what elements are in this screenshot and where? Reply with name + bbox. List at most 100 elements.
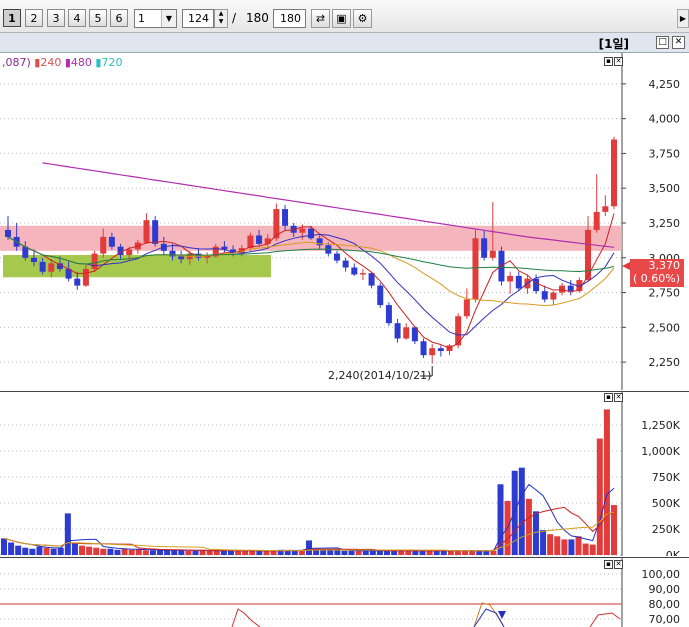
close-icon[interactable]: ✕ bbox=[672, 36, 685, 49]
volume-chart[interactable]: 1,250K 1,000K 750K 500K 250K 0K bbox=[0, 391, 689, 556]
volume-bar bbox=[483, 550, 490, 555]
tab-2[interactable]: 2 bbox=[25, 9, 43, 27]
period-label: [1일] bbox=[598, 37, 629, 51]
candle-body bbox=[602, 206, 609, 212]
volume-bar bbox=[518, 467, 525, 555]
volume-bar bbox=[575, 536, 582, 555]
volume-bar bbox=[306, 540, 312, 555]
osc-tick-label: 70,00 bbox=[649, 613, 681, 626]
volume-bar bbox=[178, 550, 185, 555]
volume-bar bbox=[426, 550, 433, 555]
volume-tick-label: 750K bbox=[652, 471, 681, 484]
tab-6[interactable]: 6 bbox=[110, 9, 128, 27]
volume-bar bbox=[490, 550, 497, 555]
pane-close-icon[interactable]: ✕ bbox=[614, 57, 623, 66]
volume-bar bbox=[64, 513, 71, 555]
volume-bar bbox=[149, 550, 156, 555]
total-count: 180 bbox=[246, 11, 269, 25]
spin-up-icon[interactable]: ▲ bbox=[215, 10, 227, 18]
candle-body bbox=[100, 236, 107, 254]
price-tick-label: 4,000 bbox=[649, 113, 681, 126]
volume-bar bbox=[405, 550, 412, 555]
maximize-icon[interactable]: □ bbox=[656, 36, 669, 49]
volume-bar bbox=[320, 549, 327, 555]
volume-bar bbox=[433, 550, 440, 555]
volume-bar bbox=[157, 550, 164, 555]
volume-bar bbox=[199, 550, 206, 555]
osc-minimize-icon[interactable]: ▪ bbox=[604, 560, 613, 569]
volume-bar bbox=[185, 550, 192, 555]
volume-bar bbox=[568, 539, 575, 555]
tab-3[interactable]: 3 bbox=[47, 9, 65, 27]
save-icon[interactable]: ▣ bbox=[332, 9, 351, 28]
volume-tick-label: 1,000K bbox=[641, 445, 680, 458]
tab-1[interactable]: 1 bbox=[3, 9, 21, 27]
legend-ma720: 720 bbox=[101, 56, 123, 69]
legend-ma480: 480 bbox=[70, 56, 92, 69]
count-input[interactable]: 180 bbox=[273, 9, 306, 28]
oscillator-chart[interactable]: 100,00 90,00 80,00 70,00 bbox=[0, 557, 689, 627]
osc-line bbox=[589, 612, 621, 627]
volume-bar bbox=[220, 550, 227, 555]
chevron-down-icon[interactable]: ▼ bbox=[161, 10, 176, 27]
pane-minimize-icon[interactable]: ▪ bbox=[604, 57, 613, 66]
price-chart[interactable]: 4,2504,0003,7503,5003,2503,0002,7502,500… bbox=[0, 53, 689, 390]
volume-bar bbox=[554, 536, 561, 555]
volume-bar bbox=[589, 544, 596, 555]
candle-body bbox=[82, 268, 89, 286]
spin-down-icon[interactable]: ▼ bbox=[215, 18, 227, 26]
volume-bar bbox=[334, 550, 341, 555]
candle-body bbox=[394, 323, 401, 339]
candle-body bbox=[126, 249, 133, 255]
gear-icon[interactable]: ⚙ bbox=[353, 9, 372, 28]
candle-body bbox=[282, 209, 289, 226]
tab-4[interactable]: 4 bbox=[68, 9, 86, 27]
volume-minimize-icon[interactable]: ▪ bbox=[604, 393, 613, 402]
candle-body bbox=[420, 341, 427, 356]
volume-bar bbox=[398, 550, 405, 555]
candle-body bbox=[567, 285, 574, 292]
volume-bar bbox=[561, 539, 568, 555]
candle-body bbox=[437, 348, 444, 351]
position-input[interactable]: 124 bbox=[182, 9, 214, 28]
candle-body bbox=[342, 260, 349, 268]
candle-body bbox=[152, 220, 159, 244]
volume-close-icon[interactable]: ✕ bbox=[614, 393, 623, 402]
legend-ma240: 240 bbox=[40, 56, 62, 69]
position-spinner[interactable]: ▲ ▼ bbox=[214, 9, 228, 28]
volume-bar bbox=[79, 545, 86, 555]
candle-body bbox=[472, 238, 479, 300]
osc-line bbox=[231, 608, 261, 627]
plot-area bbox=[0, 53, 622, 390]
volume-bar bbox=[476, 550, 483, 555]
volume-bar bbox=[242, 550, 249, 555]
candle-body bbox=[593, 211, 600, 230]
candle-body bbox=[256, 235, 263, 244]
pane-border bbox=[0, 391, 689, 392]
volume-bar bbox=[135, 549, 142, 555]
tab-5[interactable]: 5 bbox=[89, 9, 107, 27]
volume-bar bbox=[540, 530, 547, 555]
period-select[interactable]: 1 ▼ bbox=[134, 9, 177, 28]
osc-close-icon[interactable]: ✕ bbox=[614, 560, 623, 569]
volume-bar bbox=[128, 549, 135, 555]
ma-legend: ,087) ▮240 ▮480 ▮720 bbox=[2, 56, 122, 69]
price-tick-label: 2,250 bbox=[649, 356, 681, 369]
price-tick-label: 4,250 bbox=[649, 78, 681, 91]
volume-bar bbox=[57, 547, 64, 555]
volume-bar bbox=[440, 550, 447, 555]
osc-line bbox=[473, 602, 505, 627]
current-price-tag: 3,370 ( 0.60%) bbox=[630, 259, 684, 287]
volume-bar bbox=[100, 548, 107, 555]
volume-bar bbox=[93, 547, 100, 555]
price-tick-label: 3,250 bbox=[649, 217, 681, 230]
volume-bar bbox=[235, 550, 242, 555]
scroll-right-icon[interactable]: ▶ bbox=[677, 9, 689, 28]
volume-bar bbox=[362, 550, 369, 555]
swap-icon[interactable]: ⇄ bbox=[311, 9, 330, 28]
volume-bar bbox=[43, 547, 50, 555]
volume-bar bbox=[1, 538, 7, 555]
volume-bar bbox=[36, 546, 43, 555]
volume-bar bbox=[291, 550, 298, 555]
candle-body bbox=[515, 275, 522, 289]
